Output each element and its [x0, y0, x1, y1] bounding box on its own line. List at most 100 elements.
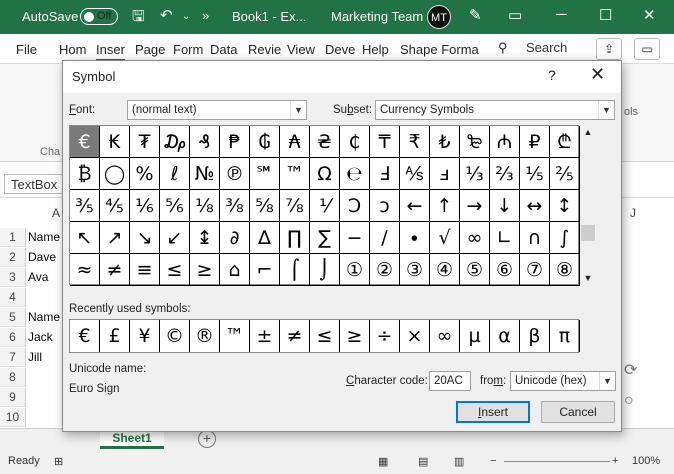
symbol-cell[interactable]: ⑦: [520, 254, 550, 286]
symbol-cell[interactable]: ⅗: [70, 190, 100, 222]
subset-select[interactable]: Currency Symbols ▼: [375, 100, 615, 120]
tab-file[interactable]: File: [16, 42, 37, 57]
symbol-cell[interactable]: ₮: [130, 126, 160, 158]
symbol-cell[interactable]: ③: [400, 254, 430, 286]
recent-symbol-cell[interactable]: ≥: [340, 320, 370, 352]
pen-icon[interactable]: ✎: [469, 6, 482, 24]
row-number[interactable]: 8: [0, 368, 26, 387]
symbol-cell[interactable]: ↔: [520, 190, 550, 222]
symbol-cell[interactable]: ⌡: [310, 254, 340, 286]
recent-symbol-cell[interactable]: ∞: [430, 320, 460, 352]
symbol-cell[interactable]: ₴: [310, 126, 340, 158]
symbol-cell[interactable]: ⅛: [190, 190, 220, 222]
symbol-cell[interactable]: ∩: [520, 222, 550, 254]
symbol-cell[interactable]: ™: [280, 158, 310, 190]
character-code-input[interactable]: 20AC: [429, 371, 471, 391]
help-icon[interactable]: ?: [548, 67, 556, 83]
row-number[interactable]: 5: [0, 308, 26, 327]
cell-a7[interactable]: Jill: [28, 348, 42, 367]
cell-a1[interactable]: Name: [28, 228, 60, 247]
accessibility-icon[interactable]: ⊞: [54, 455, 63, 468]
search-box[interactable]: ⚲ Search: [492, 37, 582, 59]
symbol-cell[interactable]: ⌐: [250, 254, 280, 286]
page-layout-view-icon[interactable]: ▤: [418, 455, 428, 468]
symbol-cell[interactable]: ≡: [130, 254, 160, 286]
tab-view[interactable]: View: [287, 42, 315, 57]
symbol-cell[interactable]: Ⅎ: [370, 158, 400, 190]
comments-button[interactable]: ▭: [634, 38, 660, 60]
symbol-cell[interactable]: ⑥: [490, 254, 520, 286]
tab-review[interactable]: Revie: [248, 42, 281, 57]
share-button[interactable]: ⇪: [596, 38, 622, 60]
zoom-level[interactable]: 100%: [632, 455, 660, 467]
symbol-cell[interactable]: ↓: [490, 190, 520, 222]
symbol-cell[interactable]: ₰: [190, 126, 220, 158]
symbol-cell[interactable]: ₾: [550, 126, 580, 158]
symbol-cell[interactable]: №: [190, 158, 220, 190]
symbol-cell[interactable]: ⅎ: [430, 158, 460, 190]
recent-symbol-cell[interactable]: ×: [400, 320, 430, 352]
symbol-cell[interactable]: ↖: [70, 222, 100, 254]
symbol-cell[interactable]: ⅟: [310, 190, 340, 222]
symbol-cell[interactable]: ⌠: [280, 254, 310, 286]
symbol-grid[interactable]: € ₭ ₮ ₯ ₰ ₱ ₲ ₳ ₴ ₵ ₸ ₹ ₺ ₻ ₼ ₽ ₾ ₿ ◯% ℓ № ℗ ℠ ™ Ω ℮ Ⅎ ⅍ ⅎ ⅓ ⅔ ⅕ ⅖ ⅗ ⅘ ⅙ ⅚ ⅛ ⅜…: [69, 125, 580, 286]
symbol-cell[interactable]: ∞: [460, 222, 490, 254]
recent-symbol-cell[interactable]: ¥: [130, 320, 160, 352]
zoom-slider[interactable]: [504, 461, 610, 462]
recent-symbol-cell[interactable]: ±: [250, 320, 280, 352]
symbol-cell[interactable]: ⅕: [520, 158, 550, 190]
symbol-cell[interactable]: ↗: [100, 222, 130, 254]
symbol-cell[interactable]: −: [340, 222, 370, 254]
column-header-a[interactable]: A: [52, 206, 60, 226]
cell-a6[interactable]: Jack: [28, 328, 53, 347]
cancel-button[interactable]: Cancel: [541, 401, 615, 423]
symbol-cell[interactable]: ◯: [100, 158, 130, 190]
symbol-cell[interactable]: ⅘: [100, 190, 130, 222]
tab-home[interactable]: Hom: [59, 42, 86, 57]
save-icon[interactable]: 🖫: [132, 6, 145, 31]
recent-symbol-cell[interactable]: µ: [460, 320, 490, 352]
close-window-icon[interactable]: ✕: [643, 6, 656, 24]
symbol-cell[interactable]: ↑: [430, 190, 460, 222]
rotate-handle-icon[interactable]: ⟳: [624, 360, 637, 380]
symbol-cell[interactable]: ≤: [160, 254, 190, 286]
symbol-cell[interactable]: ∆: [250, 222, 280, 254]
tab-developer[interactable]: Deve: [325, 42, 355, 57]
tab-shape-format[interactable]: Shape Forma: [400, 42, 479, 57]
symbol-cell[interactable]: ⅜: [220, 190, 250, 222]
symbol-cell[interactable]: ₹: [400, 126, 430, 158]
tab-help[interactable]: Help: [362, 42, 389, 57]
column-header-j[interactable]: J: [630, 206, 636, 226]
cell-a5[interactable]: Name: [28, 308, 60, 327]
recent-symbol-cell[interactable]: ™: [220, 320, 250, 352]
symbol-cell[interactable]: %: [130, 158, 160, 190]
symbol-cell[interactable]: ⅞: [280, 190, 310, 222]
avatar[interactable]: MT: [427, 5, 451, 29]
symbol-cell[interactable]: ⅚: [160, 190, 190, 222]
ribbon-display-icon[interactable]: ▭: [508, 6, 522, 24]
row-number[interactable]: 4: [0, 288, 26, 307]
symbol-cell[interactable]: ₯: [160, 126, 190, 158]
row-number[interactable]: 9: [0, 388, 26, 407]
symbol-cell[interactable]: ₵: [340, 126, 370, 158]
symbol-cell[interactable]: ≥: [190, 254, 220, 286]
tab-formulas[interactable]: Form: [173, 42, 203, 57]
add-sheet-button[interactable]: +: [198, 430, 216, 448]
symbol-cell[interactable]: ₭: [100, 126, 130, 158]
close-dialog-icon[interactable]: ✕: [590, 64, 605, 85]
symbol-cell[interactable]: ∂: [220, 222, 250, 254]
symbol-cell[interactable]: ①: [340, 254, 370, 286]
normal-view-icon[interactable]: ▦: [378, 455, 388, 468]
symbol-cell[interactable]: Ω: [310, 158, 340, 190]
minimize-icon[interactable]: ─: [556, 6, 567, 23]
recent-symbol-cell[interactable]: ≤: [310, 320, 340, 352]
symbol-cell[interactable]: √: [430, 222, 460, 254]
scroll-down-icon[interactable]: ▼: [580, 271, 596, 285]
symbol-cell[interactable]: ₺: [430, 126, 460, 158]
symbol-cell[interactable]: €: [70, 126, 100, 158]
symbol-cell[interactable]: ⅓: [460, 158, 490, 190]
tab-insert[interactable]: Inser: [96, 42, 125, 62]
recent-symbol-cell[interactable]: ≠: [280, 320, 310, 352]
cell-a3[interactable]: Ava: [28, 268, 48, 287]
recent-symbol-cell[interactable]: ÷: [370, 320, 400, 352]
